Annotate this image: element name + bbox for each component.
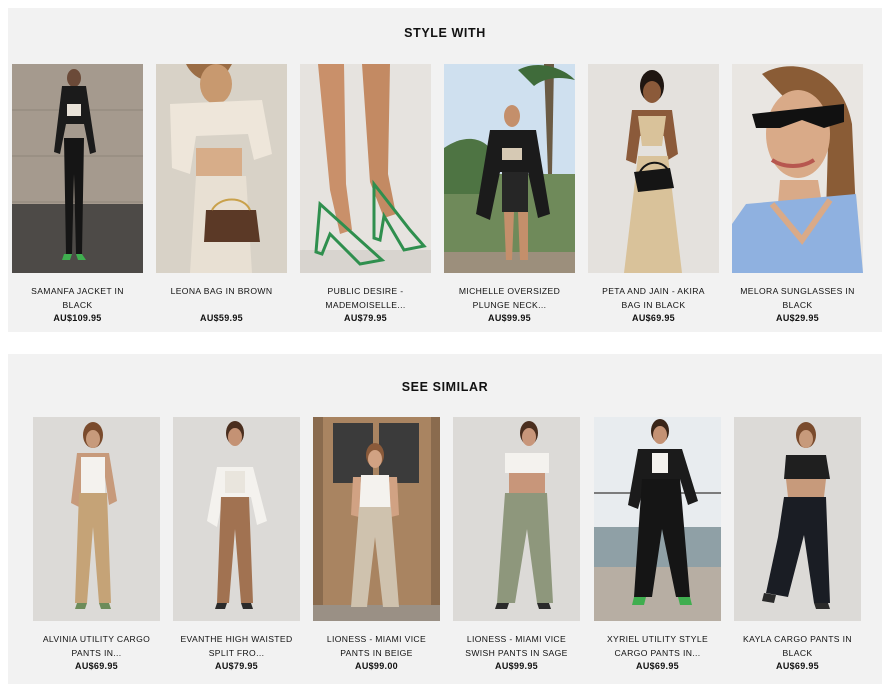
- product-image[interactable]: [594, 417, 721, 621]
- product-name[interactable]: LEONA BAG IN BROWN: [156, 284, 287, 312]
- product-image[interactable]: [156, 64, 287, 273]
- product-image[interactable]: [732, 64, 863, 273]
- product-price: AU$79.95: [215, 661, 258, 671]
- product-name[interactable]: XYRIEL UTILITY STYLE CARGO PANTS IN...: [594, 632, 721, 660]
- product-card[interactable]: ALVINIA UTILITY CARGO PANTS IN... AU$69.…: [33, 417, 160, 672]
- product-card[interactable]: PETA AND JAIN - AKIRA BAG IN BLACK AU$69…: [588, 64, 719, 324]
- product-card[interactable]: KAYLA CARGO PANTS IN BLACK AU$69.95: [734, 417, 861, 672]
- product-image[interactable]: [173, 417, 300, 621]
- product-card[interactable]: SAMANFA JACKET IN BLACK AU$109.95: [12, 64, 143, 324]
- product-card[interactable]: MELORA SUNGLASSES IN BLACK AU$29.95: [732, 64, 863, 324]
- product-card[interactable]: LEONA BAG IN BROWN AU$59.95: [156, 64, 287, 324]
- product-card[interactable]: XYRIEL UTILITY STYLE CARGO PANTS IN... A…: [594, 417, 721, 672]
- product-name[interactable]: LIONESS - MIAMI VICE PANTS IN BEIGE: [313, 632, 440, 660]
- product-price: AU$99.00: [355, 661, 398, 671]
- product-price: AU$69.95: [632, 313, 675, 323]
- product-image[interactable]: [734, 417, 861, 621]
- product-image[interactable]: [444, 64, 575, 273]
- see-similar-section: SEE SIMILAR ALVINIA UTILITY CARGO PANTS …: [8, 354, 882, 684]
- product-name[interactable]: MELORA SUNGLASSES IN BLACK: [732, 284, 863, 312]
- product-card[interactable]: LIONESS - MIAMI VICE SWISH PANTS IN SAGE…: [453, 417, 580, 672]
- product-price: AU$59.95: [200, 313, 243, 323]
- product-image[interactable]: [588, 64, 719, 273]
- product-name[interactable]: KAYLA CARGO PANTS IN BLACK: [734, 632, 861, 660]
- product-image[interactable]: [313, 417, 440, 621]
- product-price: AU$69.95: [75, 661, 118, 671]
- product-image[interactable]: [33, 417, 160, 621]
- product-name[interactable]: SAMANFA JACKET IN BLACK: [12, 284, 143, 312]
- product-price: AU$69.95: [636, 661, 679, 671]
- product-image[interactable]: [12, 64, 143, 273]
- product-name[interactable]: EVANTHE HIGH WAISTED SPLIT FRO...: [173, 632, 300, 660]
- product-price: AU$109.95: [53, 313, 102, 323]
- product-card[interactable]: MICHELLE OVERSIZED PLUNGE NECK... AU$99.…: [444, 64, 575, 324]
- product-name[interactable]: PUBLIC DESIRE - MADEMOISELLE...: [300, 284, 431, 312]
- product-price: AU$79.95: [344, 313, 387, 323]
- product-image[interactable]: [453, 417, 580, 621]
- product-card[interactable]: EVANTHE HIGH WAISTED SPLIT FRO... AU$79.…: [173, 417, 300, 672]
- style-with-section: STYLE WITH SAMANFA JACKET IN BLACK AU$10…: [8, 8, 882, 332]
- product-card[interactable]: PUBLIC DESIRE - MADEMOISELLE... AU$79.95: [300, 64, 431, 324]
- product-price: AU$29.95: [776, 313, 819, 323]
- style-with-products: SAMANFA JACKET IN BLACK AU$109.95 LEONA …: [8, 8, 882, 332]
- product-name[interactable]: LIONESS - MIAMI VICE SWISH PANTS IN SAGE: [453, 632, 580, 660]
- product-name[interactable]: MICHELLE OVERSIZED PLUNGE NECK...: [444, 284, 575, 312]
- product-price: AU$99.95: [488, 313, 531, 323]
- product-price: AU$99.95: [495, 661, 538, 671]
- see-similar-products: ALVINIA UTILITY CARGO PANTS IN... AU$69.…: [8, 354, 882, 684]
- product-image[interactable]: [300, 64, 431, 273]
- product-price: AU$69.95: [776, 661, 819, 671]
- product-name[interactable]: PETA AND JAIN - AKIRA BAG IN BLACK: [588, 284, 719, 312]
- product-card[interactable]: LIONESS - MIAMI VICE PANTS IN BEIGE AU$9…: [313, 417, 440, 672]
- product-name[interactable]: ALVINIA UTILITY CARGO PANTS IN...: [33, 632, 160, 660]
